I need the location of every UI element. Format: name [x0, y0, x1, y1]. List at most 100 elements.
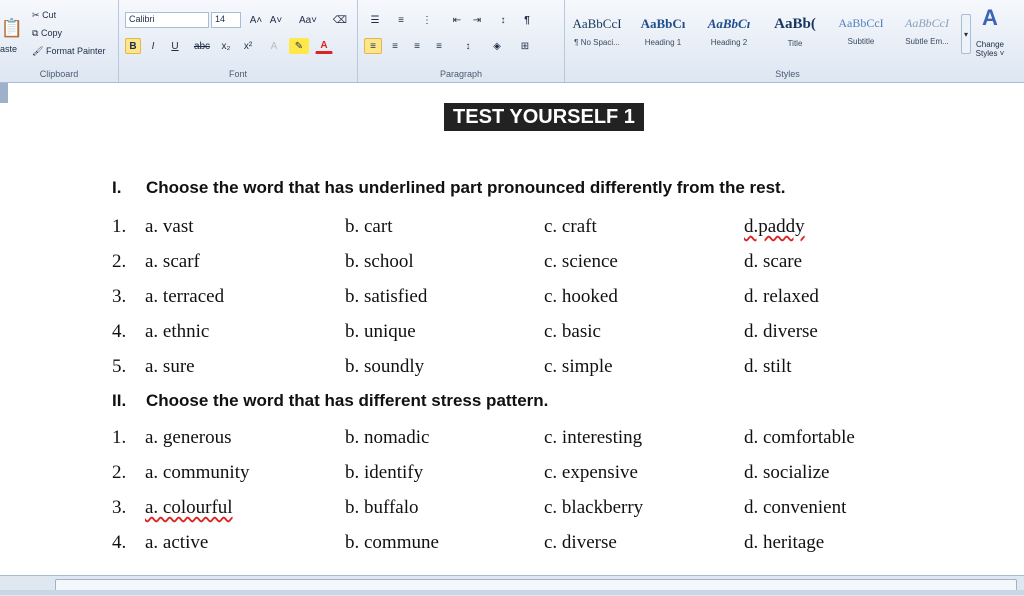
question-number: 1.	[112, 216, 127, 237]
line-spacing-icon[interactable]: ↕	[458, 38, 478, 54]
section-heading-2: II. Choose the word that has different st…	[112, 391, 548, 411]
option-b: b. cart	[345, 216, 393, 237]
clear-format-icon[interactable]: ⌫	[331, 12, 349, 28]
option-d: d. scare	[744, 251, 803, 272]
multilevel-list-icon[interactable]: ⋮	[416, 12, 438, 28]
font-color-icon[interactable]: A	[315, 38, 333, 54]
page-title: TEST YOURSELF 1	[444, 103, 644, 131]
change-styles-label[interactable]: Change Styles ˅	[971, 40, 1009, 58]
option-a: a. sure	[145, 356, 195, 377]
format-painter-label: Format Painter	[45, 46, 106, 56]
section-text: Choose the word that has underlined part…	[146, 178, 786, 197]
option-a: a. vast	[145, 216, 194, 237]
style-sample: AaBbCcI	[905, 16, 949, 30]
style-sample: AaBb(	[774, 16, 816, 32]
option-d: d. relaxed	[744, 286, 819, 307]
question-number: 3.	[112, 497, 127, 518]
format-painter-button[interactable]: 🖌 Format Painter	[32, 46, 105, 57]
borders-icon[interactable]: ⊞	[514, 38, 536, 54]
style-title[interactable]: AaBb( Title	[763, 10, 827, 56]
option-c: c. diverse	[544, 532, 617, 553]
font-name-combo[interactable]: Calibri	[125, 12, 209, 28]
option-b: b. satisfied	[345, 286, 428, 307]
clipboard-group-label: Clipboard	[39, 69, 79, 79]
style-sample: AaBbCcI	[572, 16, 622, 31]
align-left-icon[interactable]: ≡	[364, 38, 382, 54]
decrease-indent-icon[interactable]: ⇤	[448, 12, 466, 28]
question-number: 4.	[112, 532, 127, 553]
change-styles-icon[interactable]: A	[973, 5, 1007, 30]
option-c: c. interesting	[544, 427, 643, 448]
copy-icon: ⧉	[32, 28, 39, 38]
styles-group-label: Styles	[775, 69, 800, 79]
option-c: c. expensive	[544, 462, 638, 483]
sort-icon[interactable]: ↕	[494, 12, 512, 28]
font-group-label: Font	[228, 69, 247, 79]
section-number: II.	[112, 391, 127, 410]
increase-indent-icon[interactable]: ⇥	[468, 12, 486, 28]
align-right-icon[interactable]: ≡	[408, 38, 426, 54]
style-sample: AaBbCı	[640, 16, 686, 31]
question-number: 3.	[112, 286, 127, 307]
section-heading-1: I. Choose the word that has underlined pa…	[112, 178, 785, 198]
bullets-icon[interactable]: ☰	[364, 12, 386, 28]
style-subtle-emphasis[interactable]: AaBbCcI Subtle Em...	[895, 10, 959, 56]
option-c: c. hooked	[544, 286, 618, 307]
strikethrough-button[interactable]: abc	[191, 38, 213, 54]
brush-icon: 🖌	[32, 46, 44, 56]
grow-font-button[interactable]: A˄	[247, 12, 265, 28]
option-d: d.paddy	[744, 216, 805, 237]
question-number: 2.	[112, 251, 127, 272]
option-d: d. stilt	[744, 356, 792, 377]
question-number: 2.	[112, 462, 127, 483]
option-a: a. generous	[145, 427, 232, 448]
style-name: Heading 2	[710, 38, 748, 47]
underline-button[interactable]: U	[165, 38, 185, 54]
highlight-color-icon[interactable]: ✎	[289, 38, 309, 54]
subscript-button[interactable]: x₂	[217, 38, 235, 54]
option-d: d. convenient	[744, 497, 847, 518]
option-a: a. terraced	[145, 286, 225, 307]
section-number: I.	[112, 178, 122, 197]
option-d: d. diverse	[744, 321, 818, 342]
justify-icon[interactable]: ≡	[430, 38, 448, 54]
ribbon-home: 📋 aste ✂ Cut ⧉ Copy 🖌 Format Painter Cli…	[0, 0, 1024, 83]
question-number: 1.	[112, 427, 127, 448]
shading-icon[interactable]: ◈	[486, 38, 508, 54]
option-a: a. ethnic	[145, 321, 210, 342]
style-name: Title	[787, 39, 803, 48]
option-c: c. basic	[544, 321, 601, 342]
clipboard-group: 📋 aste ✂ Cut ⧉ Copy 🖌 Format Painter Cli…	[0, 0, 119, 82]
style-heading-2[interactable]: AaBbCı Heading 2	[697, 10, 761, 56]
style-heading-1[interactable]: AaBbCı Heading 1	[631, 10, 695, 56]
status-bar	[0, 590, 1024, 595]
style-subtitle[interactable]: AaBbCcI Subtitle	[829, 10, 893, 56]
font-size-combo[interactable]: 14	[211, 12, 241, 28]
option-a: a. scarf	[145, 251, 200, 272]
paragraph-group: ☰ ≡ ⋮ ⇤ ⇥ ↕ ¶ ≡ ≡ ≡ ≡ ↕ ◈ ⊞ Paragraph	[358, 0, 565, 82]
style-name: ¶ No Spaci...	[574, 38, 620, 47]
cut-button[interactable]: ✂ Cut	[32, 10, 56, 21]
option-d: d. socialize	[744, 462, 830, 483]
style-sample: AaBbCı	[707, 16, 751, 31]
text-effects-icon[interactable]: A	[265, 38, 283, 54]
align-center-icon[interactable]: ≡	[386, 38, 404, 54]
numbering-icon[interactable]: ≡	[390, 12, 412, 28]
copy-button[interactable]: ⧉ Copy	[32, 28, 62, 39]
option-c: c. blackberry	[544, 497, 644, 518]
paste-label[interactable]: aste	[0, 44, 17, 54]
style-no-spacing[interactable]: AaBbCcI ¶ No Spaci...	[565, 10, 629, 56]
option-c: c. simple	[544, 356, 613, 377]
style-name: Subtitle	[847, 37, 875, 46]
styles-scroll-icon[interactable]: ▾	[961, 14, 971, 54]
bold-button[interactable]: B	[125, 38, 141, 54]
left-ruler-strip	[0, 83, 8, 103]
option-b: b. soundly	[345, 356, 425, 377]
option-b: b. commune	[345, 532, 439, 553]
shrink-font-button[interactable]: A˅	[267, 12, 285, 28]
style-name: Subtle Em...	[905, 37, 949, 46]
italic-button[interactable]: I	[145, 38, 161, 54]
change-case-button[interactable]: Aa˅	[295, 12, 321, 28]
pilcrow-icon[interactable]: ¶	[518, 12, 536, 28]
superscript-button[interactable]: x²	[239, 38, 257, 54]
